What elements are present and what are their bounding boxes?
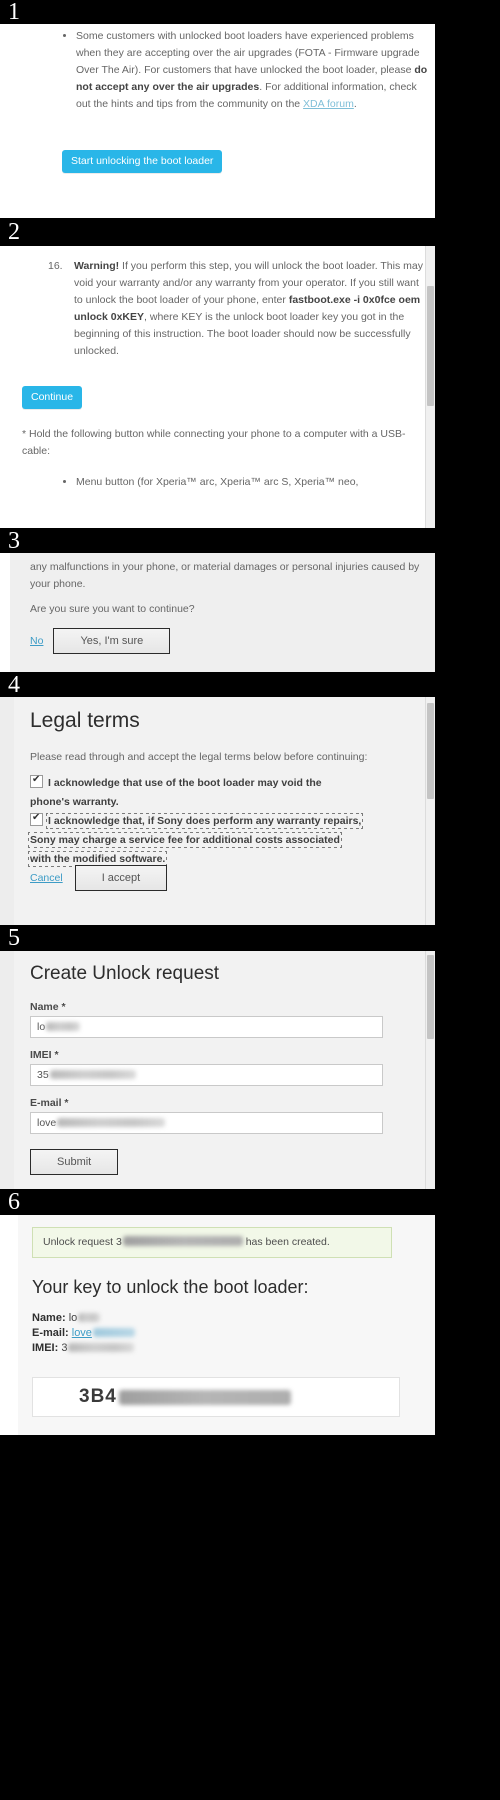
panel2-footnote-bullets: Menu button (for Xperia™ arc, Xperia™ ar… <box>62 474 434 493</box>
bottom-black-area <box>0 1435 500 1800</box>
panel-2-warning-continue: 16. Warning! If you perform this step, y… <box>0 246 435 528</box>
page-left-edge <box>0 1215 18 1435</box>
checkbox-checked-icon[interactable] <box>30 812 43 826</box>
key-detail-imei: IMEI: 3 <box>32 1341 135 1356</box>
page-left-edge <box>0 951 14 1189</box>
key-detail-name-label: Name: <box>32 1312 66 1324</box>
yes-im-sure-button[interactable]: Yes, I'm sure <box>53 628 171 654</box>
key-detail-email: E-mail: love <box>32 1326 135 1341</box>
legal-checkbox-label-1: I acknowledge that use of the boot loade… <box>30 777 322 808</box>
continue-button[interactable]: Continue <box>22 386 83 409</box>
email-input-value: love <box>37 1117 57 1129</box>
instruction-step-list: 16. Warning! If you perform this step, y… <box>48 258 426 360</box>
legal-checkbox-label-2: I acknowledge that, if Sony does perform… <box>27 813 364 867</box>
name-field-label: Name * <box>30 1001 66 1013</box>
right-black-gutter <box>435 0 500 1800</box>
redacted-detail-email <box>92 1328 135 1337</box>
page-left-edge <box>0 697 14 925</box>
unlock-key-box[interactable]: 3B4 <box>32 1377 400 1417</box>
i-accept-button[interactable]: I accept <box>74 865 168 891</box>
step-number: 16. <box>48 260 63 272</box>
confirm-question: Are you sure you want to continue? <box>30 603 195 615</box>
list-item: Menu button (for Xperia™ arc, Xperia™ ar… <box>76 474 434 491</box>
panel-6-unlock-key-result: Unlock request 3 has been created. Your … <box>0 1215 435 1435</box>
panel-separator-5: 5 <box>0 925 500 951</box>
redacted-name <box>46 1022 81 1031</box>
unlock-key-prefix: 3B4 <box>79 1386 117 1407</box>
checkbox-checked-icon[interactable] <box>30 774 43 788</box>
legal-checkbox-row-1[interactable]: I acknowledge that use of the boot loade… <box>30 773 360 811</box>
panel-separator-3: 3 <box>0 528 500 553</box>
email-input[interactable]: love <box>30 1112 383 1134</box>
redacted-email <box>57 1118 166 1127</box>
panel-number-1: 1 <box>8 0 20 25</box>
panel-separator-6: 6 <box>0 1189 500 1215</box>
redacted-unlock-key <box>118 1389 291 1405</box>
page-title: Create Unlock request <box>30 963 220 984</box>
hold-button-list: Menu button (for Xperia™ arc, Xperia™ ar… <box>62 474 434 491</box>
scrollbar-thumb[interactable] <box>427 703 434 799</box>
ota-warning-text-1: Some customers with unlocked boot loader… <box>76 30 420 76</box>
panel-separator-2: 2 <box>0 218 500 246</box>
panel-number-2: 2 <box>8 219 20 245</box>
scrollbar-track[interactable] <box>425 951 435 1189</box>
name-input[interactable]: lo <box>30 1016 383 1038</box>
scrollbar-thumb[interactable] <box>427 955 434 1039</box>
redacted-detail-imei <box>68 1343 135 1352</box>
legal-checkbox-row-2[interactable]: I acknowledge that, if Sony does perform… <box>27 811 364 868</box>
name-input-value: lo <box>37 1021 46 1033</box>
imei-input-value: 35 <box>37 1069 49 1081</box>
email-field-label: E-mail * <box>30 1097 69 1109</box>
page-left-edge <box>0 553 10 672</box>
legal-intro: Please read through and accept the legal… <box>30 751 368 763</box>
submit-button[interactable]: Submit <box>30 1149 119 1175</box>
scrollbar-thumb[interactable] <box>427 286 434 406</box>
redacted-detail-name <box>78 1313 101 1322</box>
panel-number-6: 6 <box>8 1189 20 1215</box>
key-detail-name-value: lo <box>68 1312 78 1324</box>
panel-separator-1: 1 <box>0 0 500 24</box>
panel-1-start-unlocking: Some customers with unlocked boot loader… <box>0 24 435 218</box>
imei-input[interactable]: 35 <box>30 1064 383 1086</box>
start-unlocking-button[interactable]: Start unlocking the boot loader <box>62 150 223 173</box>
panel-4-legal-terms: Legal terms Please read through and acce… <box>0 697 435 925</box>
panel-3-confirm-dialog: any malfunctions in your phone, or mater… <box>0 553 435 672</box>
screenshot-stage: 1 Some customers with unlocked boot load… <box>0 0 500 1800</box>
imei-field-label: IMEI * <box>30 1049 59 1061</box>
key-detail-email-label: E-mail: <box>32 1327 69 1339</box>
panel-number-4: 4 <box>8 671 20 698</box>
unlock-request-created-notice: Unlock request 3 has been created. <box>32 1227 392 1258</box>
panel-number-5: 5 <box>8 925 20 951</box>
xda-forum-link[interactable]: XDA forum <box>303 98 354 110</box>
panel-separator-4: 4 <box>0 672 500 697</box>
ota-warning-text-3: . <box>353 98 357 110</box>
warning-label: Warning! <box>74 260 120 272</box>
redacted-request-id <box>122 1236 243 1246</box>
scrollbar-track[interactable] <box>425 697 435 925</box>
warning-bullet-list: Some customers with unlocked boot loader… <box>62 28 434 113</box>
liability-paragraph: any malfunctions in your phone, or mater… <box>30 561 420 590</box>
usb-footnote: * Hold the following button while connec… <box>22 428 406 457</box>
panel2-step-block: 16. Warning! If you perform this step, y… <box>48 258 426 360</box>
panel-number-3: 3 <box>8 527 20 554</box>
key-detail-email-link[interactable]: love <box>72 1327 92 1339</box>
notice-prefix: Unlock request 3 <box>43 1236 122 1248</box>
no-link[interactable]: No <box>30 635 43 647</box>
panel1-bullet-block: Some customers with unlocked boot loader… <box>62 28 434 115</box>
list-item: Some customers with unlocked boot loader… <box>76 28 434 113</box>
page-title: Legal terms <box>30 709 140 732</box>
list-item: 16. Warning! If you perform this step, y… <box>48 258 426 360</box>
notice-suffix: has been created. <box>242 1236 330 1248</box>
key-section-title: Your key to unlock the boot loader: <box>32 1277 309 1297</box>
key-detail-name: Name: lo <box>32 1311 135 1326</box>
key-detail-imei-value: 3 <box>61 1342 68 1354</box>
key-detail-imei-label: IMEI: <box>32 1342 59 1354</box>
cancel-link[interactable]: Cancel <box>30 872 63 884</box>
redacted-imei <box>49 1070 136 1079</box>
panel-5-create-unlock-request: Create Unlock request Name * lo IMEI * 3… <box>0 951 435 1189</box>
